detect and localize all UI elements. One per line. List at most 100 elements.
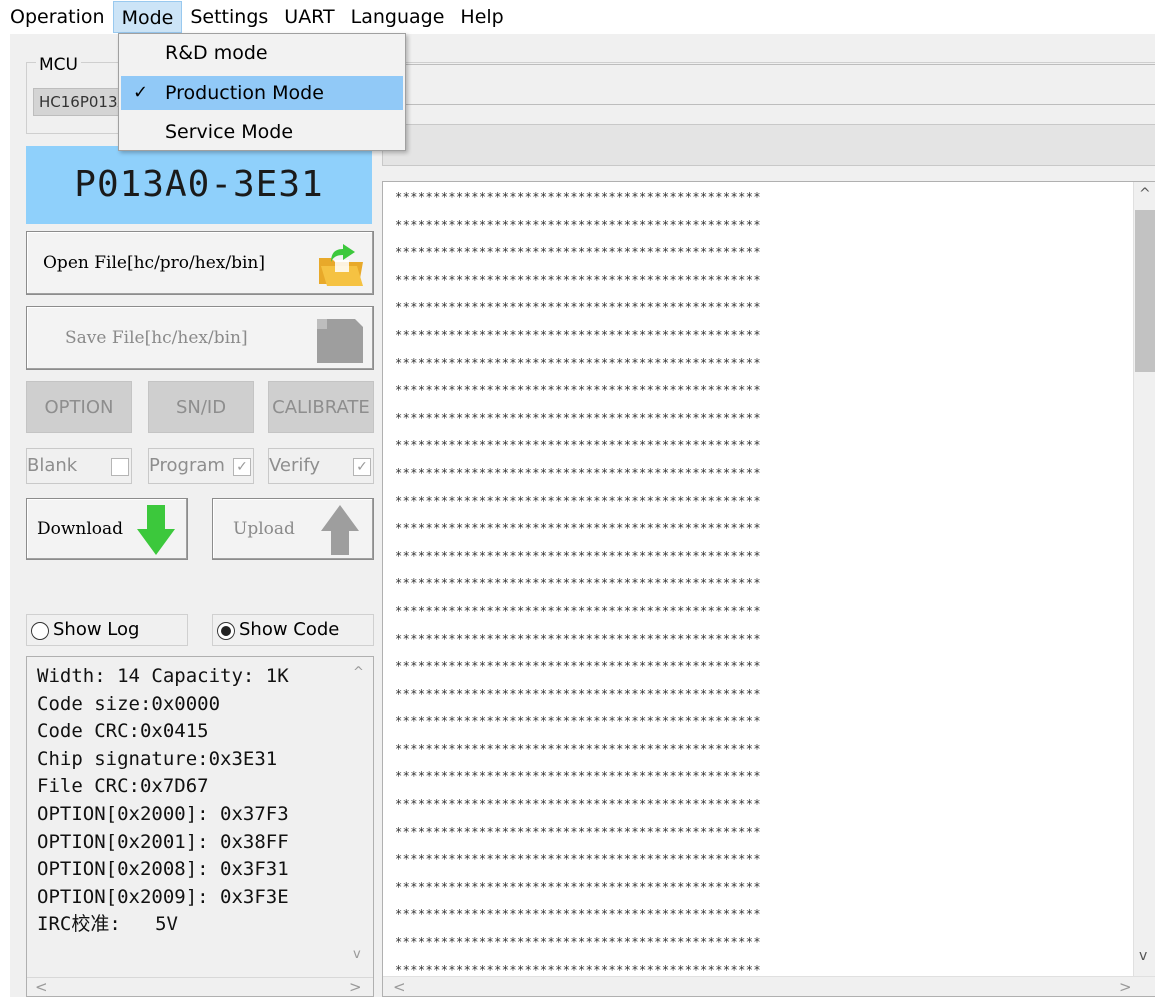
calibrate-button[interactable]: CALIBRATE	[268, 381, 374, 433]
code-line: ****************************************…	[395, 631, 761, 646]
info-line: IRC校准: 5V	[37, 913, 178, 936]
show-code-option[interactable]: Show Code	[212, 614, 374, 646]
mcu-legend: MCU	[36, 55, 81, 75]
mode-dropdown-menu: R&D mode ✓ Production Mode Service Mode	[118, 33, 406, 151]
info-horizontal-scrollbar[interactable]: < >	[27, 977, 373, 996]
upload-button[interactable]: Upload	[212, 498, 374, 560]
code-line: ****************************************…	[395, 355, 761, 370]
program-option[interactable]: Program ✓	[148, 448, 254, 484]
code-line: ****************************************…	[395, 659, 761, 674]
code-line: ****************************************…	[395, 300, 761, 315]
mcu-divider-bottom	[404, 104, 1155, 105]
program-checkbox[interactable]: ✓	[233, 458, 251, 476]
code-line: ****************************************…	[395, 741, 761, 756]
code-text: ****************************************…	[395, 184, 761, 984]
upload-arrow-icon	[321, 505, 359, 555]
menu-item-rd-mode[interactable]: R&D mode	[121, 36, 403, 70]
code-line: ****************************************…	[395, 521, 761, 536]
code-line: ****************************************…	[395, 383, 761, 398]
verify-checkbox[interactable]: ✓	[353, 458, 371, 476]
info-scroll-up-icon[interactable]: ^	[353, 665, 364, 680]
download-arrow-icon	[137, 505, 175, 555]
blank-label: Blank	[27, 455, 78, 476]
info-line: Code size:0x0000	[37, 692, 221, 715]
info-line: OPTION[0x2000]: 0x37F3	[37, 802, 289, 825]
code-line: ****************************************…	[395, 548, 761, 563]
code-line: ****************************************…	[395, 217, 761, 232]
info-scroll-right-icon[interactable]: >	[349, 978, 362, 996]
code-horizontal-scrollbar[interactable]: < >	[383, 976, 1155, 996]
menu-item-production-mode-label: Production Mode	[165, 82, 324, 104]
option-button[interactable]: OPTION	[26, 381, 132, 433]
menu-item-service-mode[interactable]: Service Mode	[121, 115, 403, 149]
menu-item-rd-mode-label: R&D mode	[165, 42, 268, 64]
verify-option[interactable]: Verify ✓	[268, 448, 374, 484]
info-line: File CRC:0x7D67	[37, 775, 209, 798]
folder-open-icon	[319, 244, 363, 286]
menu-item-production-mode[interactable]: ✓ Production Mode	[121, 76, 403, 110]
info-scroll-down-icon[interactable]: v	[353, 947, 361, 962]
code-line: ****************************************…	[395, 907, 761, 922]
code-line: ****************************************…	[395, 797, 761, 812]
code-line: ****************************************…	[395, 935, 761, 950]
verify-label: Verify	[269, 455, 321, 476]
show-log-label: Show Log	[53, 619, 140, 640]
show-code-radio[interactable]	[217, 622, 235, 640]
code-line: ****************************************…	[395, 714, 761, 729]
code-scroll-thumb[interactable]	[1135, 210, 1155, 372]
code-line: ****************************************…	[395, 438, 761, 453]
save-file-button[interactable]: Save File[hc/hex/bin]	[26, 306, 374, 370]
chip-id-display: P013A0-3E31	[26, 146, 372, 224]
code-line: ****************************************…	[395, 493, 761, 508]
code-line: ****************************************…	[395, 879, 761, 894]
open-file-label: Open File[hc/pro/hex/bin]	[43, 253, 265, 273]
menu-operation[interactable]: Operation	[2, 1, 113, 33]
info-line: Chip signature:0x3E31	[37, 747, 278, 770]
code-line: ****************************************…	[395, 272, 761, 287]
code-scroll-down-icon[interactable]: v	[1139, 948, 1147, 964]
code-line: ****************************************…	[395, 603, 761, 618]
info-line: OPTION[0x2009]: 0x3F3E	[37, 885, 289, 908]
code-scroll-right-icon[interactable]: >	[1119, 978, 1132, 996]
code-scroll-left-icon[interactable]: <	[393, 978, 406, 996]
menu-uart[interactable]: UART	[276, 1, 342, 33]
code-view[interactable]: ****************************************…	[382, 181, 1155, 997]
code-line: ****************************************…	[395, 769, 761, 784]
info-scroll-left-icon[interactable]: <	[35, 978, 48, 996]
menu-help[interactable]: Help	[452, 1, 511, 33]
code-line: ****************************************…	[395, 824, 761, 839]
show-code-label: Show Code	[239, 619, 340, 640]
check-icon: ✓	[133, 82, 149, 103]
code-line: ****************************************…	[395, 852, 761, 867]
blank-option[interactable]: Blank	[26, 448, 132, 484]
info-text: Width: 14 Capacity: 1K Code size:0x0000 Co…	[37, 663, 289, 939]
info-panel[interactable]: Width: 14 Capacity: 1K Code size:0x0000 Co…	[26, 656, 374, 997]
open-file-button[interactable]: Open File[hc/pro/hex/bin]	[26, 231, 374, 295]
info-line: Code CRC:0x0415	[37, 720, 209, 743]
download-label: Download	[37, 519, 124, 539]
code-line: ****************************************…	[395, 190, 761, 204]
save-file-label: Save File[hc/hex/bin]	[65, 328, 248, 348]
code-line: ****************************************…	[395, 245, 761, 260]
info-line: Width: 14 Capacity: 1K	[37, 665, 289, 687]
code-line: ****************************************…	[395, 327, 761, 342]
code-vertical-scrollbar[interactable]: ^ v	[1133, 182, 1155, 978]
info-line: OPTION[0x2008]: 0x3F31	[37, 858, 289, 881]
show-log-option[interactable]: Show Log	[26, 614, 188, 646]
menu-bar: Operation Mode Settings UART Language He…	[0, 0, 1155, 34]
blank-checkbox[interactable]	[111, 458, 129, 476]
menu-settings[interactable]: Settings	[182, 1, 276, 33]
program-label: Program	[149, 455, 225, 476]
show-log-radio[interactable]	[31, 622, 49, 640]
code-scroll-up-icon[interactable]: ^	[1139, 186, 1151, 202]
menu-language[interactable]: Language	[343, 1, 453, 33]
mcu-divider-top	[404, 64, 1155, 65]
code-line: ****************************************…	[395, 465, 761, 480]
progress-bar	[382, 124, 1155, 166]
menu-item-service-mode-label: Service Mode	[165, 121, 294, 143]
menu-mode[interactable]: Mode	[112, 1, 183, 33]
upload-label: Upload	[233, 519, 295, 539]
sn-id-button[interactable]: SN/ID	[148, 381, 254, 433]
save-disk-icon	[317, 319, 363, 363]
download-button[interactable]: Download	[26, 498, 188, 560]
